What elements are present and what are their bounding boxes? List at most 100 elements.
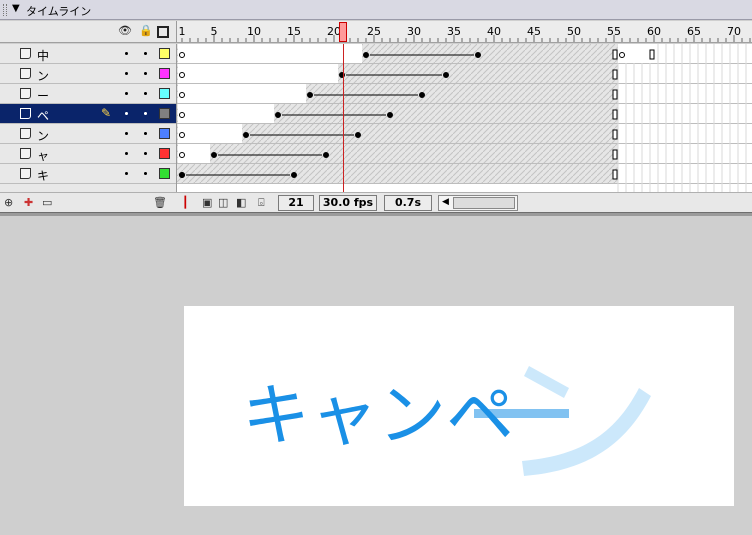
blank-frames — [178, 84, 306, 103]
ruler-tick-label: 5 — [210, 25, 218, 38]
ruler-tick-label: 1 — [178, 25, 186, 38]
frame-span-hatch — [177, 124, 618, 144]
visibility-dot[interactable] — [125, 92, 128, 95]
outline-color-swatch[interactable] — [159, 128, 170, 139]
lock-dot[interactable] — [144, 92, 147, 95]
keyframe-dot[interactable] — [275, 112, 281, 118]
onion-skin-outlines-icon[interactable]: ◫ — [218, 196, 228, 209]
lock-dot[interactable] — [144, 52, 147, 55]
visibility-dot[interactable] — [125, 152, 128, 155]
collapse-triangle-icon[interactable]: ▼ — [12, 3, 20, 14]
insert-layer-icon[interactable]: ⊕ — [4, 196, 13, 209]
add-motion-guide-icon[interactable]: ✚ — [24, 196, 33, 209]
visibility-dot[interactable] — [125, 112, 128, 115]
keyframe-dot[interactable] — [419, 92, 425, 98]
keyframe-dot[interactable] — [443, 72, 449, 78]
blank-keyframe-dot[interactable] — [179, 72, 185, 78]
blank-keyframe-dot[interactable] — [619, 52, 625, 58]
outline-color-swatch[interactable] — [159, 88, 170, 99]
frame-span-hatch — [177, 164, 618, 184]
keyframe-dot[interactable] — [211, 152, 217, 158]
blank-keyframe-dot[interactable] — [179, 132, 185, 138]
layer-icon — [20, 128, 31, 139]
layer-icon — [20, 108, 31, 119]
keyframe-dot[interactable] — [307, 92, 313, 98]
frame-span-hatch — [177, 144, 618, 164]
edit-multiple-frames-icon[interactable]: ◧ — [236, 196, 246, 209]
ghost-n-stroke-curve — [522, 388, 651, 476]
frame-footer: ┃ ▣ ◫ ◧ ⌻ 21 30.0 fps 0.7s ◀ — [176, 192, 752, 212]
ruler-tick-label: 45 — [527, 25, 541, 38]
outline-color-swatch[interactable] — [159, 108, 170, 119]
elapsed-time-field[interactable]: 0.7s — [384, 195, 432, 211]
blank-frames — [178, 104, 274, 123]
keyframe-dot[interactable] — [179, 172, 185, 178]
lock-dot[interactable] — [144, 152, 147, 155]
keyframe-dot[interactable] — [291, 172, 297, 178]
blank-frames — [178, 44, 362, 63]
visibility-dot[interactable] — [125, 52, 128, 55]
layer-name: ー — [37, 89, 50, 103]
lock-dot[interactable] — [144, 132, 147, 135]
current-frame-field[interactable]: 21 — [278, 195, 314, 211]
frame-rate-field[interactable]: 30.0 fps — [319, 195, 377, 211]
keyframe-dot[interactable] — [323, 152, 329, 158]
onion-skin-icon[interactable]: ▣ — [202, 196, 212, 209]
visibility-dot[interactable] — [125, 72, 128, 75]
keyframe-dot[interactable] — [243, 132, 249, 138]
insert-folder-icon[interactable]: ▭ — [42, 196, 52, 209]
modify-markers-icon[interactable]: ⌻ — [258, 196, 265, 210]
visibility-dot[interactable] — [125, 132, 128, 135]
lock-icon[interactable]: 🔒 — [139, 24, 153, 37]
scroll-left-arrow-icon[interactable]: ◀ — [442, 197, 449, 207]
outline-color-swatch[interactable] — [159, 148, 170, 159]
stage-canvas[interactable]: キャンペ — [184, 306, 734, 506]
layer-row-2[interactable]: ー — [0, 84, 176, 104]
horizontal-scrollbar[interactable]: ◀ — [438, 195, 518, 211]
ruler-tick-label: 50 — [567, 25, 581, 38]
layer-name: 中 — [37, 49, 50, 63]
frame-ruler[interactable]: 1 5 10 15 20 25 30 35 40 45 50 55 60 65 70 — [176, 21, 752, 43]
layer-row-1[interactable]: ン — [0, 64, 176, 84]
lock-dot[interactable] — [144, 72, 147, 75]
layer-name: キ — [37, 169, 50, 183]
layer-row-4[interactable]: ン — [0, 124, 176, 144]
blank-keyframe-dot[interactable] — [179, 152, 185, 158]
ruler-tick-label: 15 — [287, 25, 301, 38]
lock-dot[interactable] — [144, 172, 147, 175]
blank-keyframe-dot[interactable] — [179, 52, 185, 58]
layer-row-3-selected[interactable]: ペ ✎ — [0, 104, 176, 124]
ghost-n-stroke-top — [524, 366, 569, 398]
layer-header: 👁 🔒 — [0, 21, 176, 43]
layer-list: 中 ン ー ペ ✎ ン ャ キ — [0, 44, 176, 192]
panel-grip[interactable] — [3, 4, 7, 16]
blank-frames — [178, 64, 338, 83]
eye-icon[interactable]: 👁 — [118, 24, 132, 37]
keyframe-dot[interactable] — [355, 132, 361, 138]
blank-keyframe-dot[interactable] — [179, 112, 185, 118]
outline-color-swatch[interactable] — [159, 68, 170, 79]
center-frame-icon[interactable]: ┃ — [182, 196, 189, 209]
trash-icon[interactable]: 🗑 — [153, 196, 167, 209]
frames-svg — [177, 44, 752, 192]
outline-color-swatch[interactable] — [159, 168, 170, 179]
layer-row-5[interactable]: ャ — [0, 144, 176, 164]
scrollbar-thumb[interactable] — [453, 197, 515, 209]
visibility-dot[interactable] — [125, 172, 128, 175]
lock-dot[interactable] — [144, 112, 147, 115]
layer-icon — [20, 148, 31, 159]
outline-icon[interactable] — [157, 26, 169, 38]
timeline-panel-header[interactable]: ▼ タイムライン — [0, 0, 752, 20]
frame-grid[interactable] — [176, 44, 752, 192]
playhead-marker[interactable] — [339, 22, 347, 42]
keyframe-dot[interactable] — [363, 52, 369, 58]
end-frame-marker — [612, 69, 618, 80]
blank-keyframe-dot[interactable] — [179, 92, 185, 98]
outline-color-swatch[interactable] — [159, 48, 170, 59]
keyframe-dot[interactable] — [475, 52, 481, 58]
layer-row-0[interactable]: 中 — [0, 44, 176, 64]
keyframe-dot[interactable] — [387, 112, 393, 118]
flash-timeline-window: ▼ タイムライン 👁 🔒 中 ン ー ペ ✎ ン ャ キ ⊕ ✚ ▭ 🗑 1 5… — [0, 0, 752, 535]
ruler-tick-label: 25 — [367, 25, 381, 38]
layer-row-6[interactable]: キ — [0, 164, 176, 184]
